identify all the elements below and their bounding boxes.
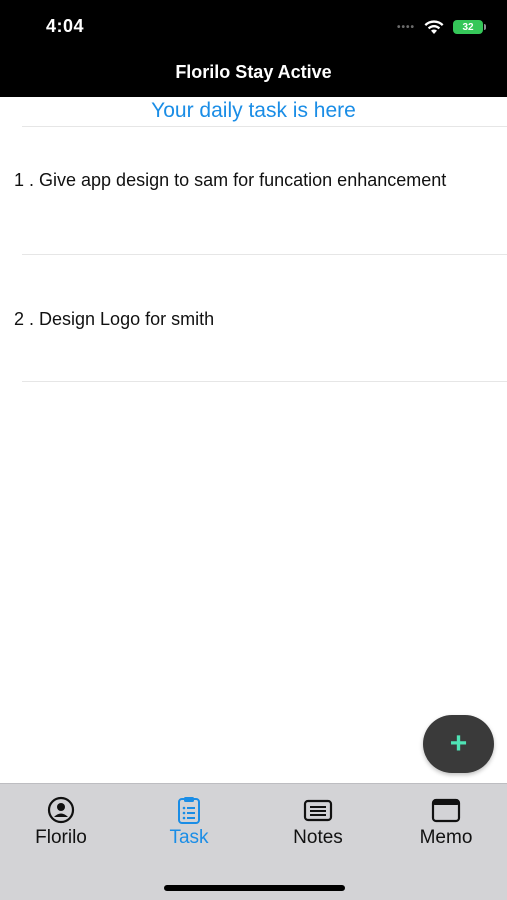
tab-task[interactable]: Task — [134, 796, 244, 849]
home-indicator[interactable] — [164, 885, 345, 891]
note-icon — [303, 799, 333, 822]
add-task-button[interactable]: + — [423, 715, 494, 773]
status-time: 4:04 — [46, 16, 85, 36]
tab-florilo[interactable]: Florilo — [6, 796, 116, 849]
clipboard-list-icon — [178, 797, 200, 824]
tab-label: Florilo — [35, 827, 87, 848]
battery-level: 32 — [462, 21, 474, 33]
tab-bar: Florilo Task Notes Memo — [0, 783, 507, 900]
tab-label: Task — [169, 827, 209, 848]
window-icon — [431, 798, 461, 823]
status-indicators: •••• 32 — [396, 17, 486, 37]
tab-label: Memo — [419, 827, 473, 848]
cellular-signal-icon: •••• — [396, 21, 415, 33]
task-item-1[interactable]: 1 . Give app design to sam for funcation… — [14, 170, 454, 191]
tab-memo[interactable]: Memo — [391, 796, 501, 849]
divider — [22, 381, 507, 382]
divider — [22, 126, 507, 127]
person-circle-icon — [47, 796, 75, 824]
plus-icon: + — [449, 727, 468, 760]
app-header: 4:04 •••• 32 Florilo Stay Active — [0, 0, 507, 97]
daily-task-heading: Your daily task is here — [151, 99, 356, 122]
tab-label: Notes — [293, 827, 343, 848]
tab-notes[interactable]: Notes — [263, 796, 373, 849]
divider — [22, 254, 507, 255]
wifi-icon — [424, 20, 444, 34]
task-item-2[interactable]: 2 . Design Logo for smith — [14, 309, 454, 330]
page-title: Florilo Stay Active — [175, 62, 332, 82]
battery-icon: 32 — [453, 20, 486, 34]
